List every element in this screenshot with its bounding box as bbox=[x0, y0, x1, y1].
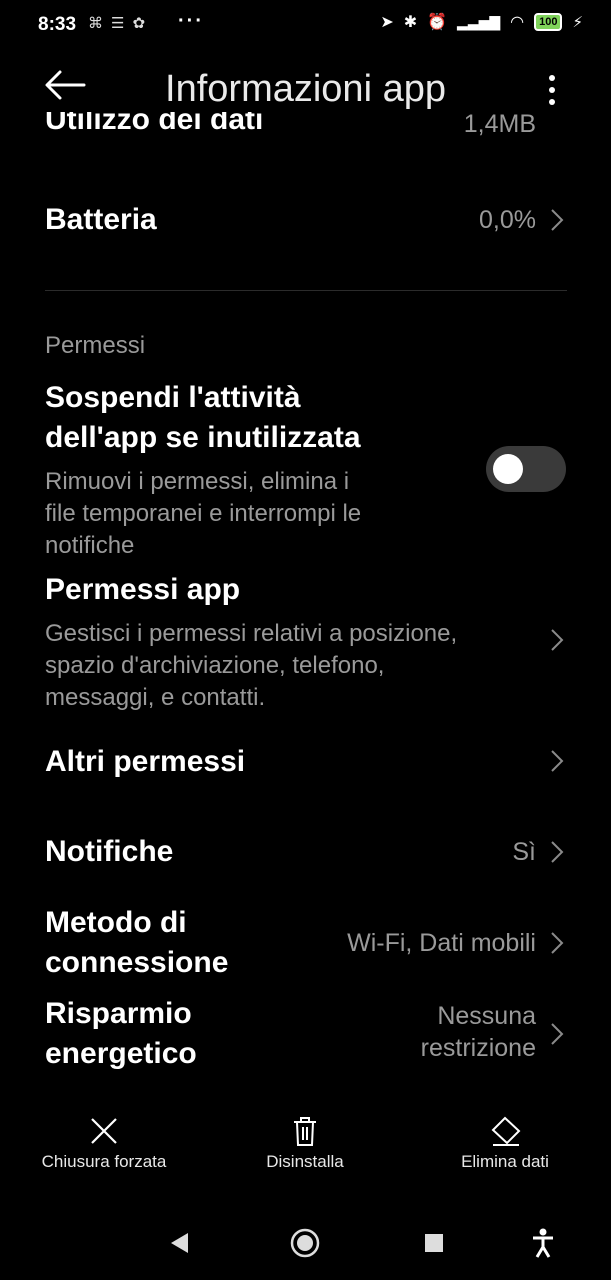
alarm-icon: ⏰ bbox=[427, 14, 448, 31]
uninstall-label: Disinstalla bbox=[266, 1152, 344, 1171]
nav-recents-icon[interactable] bbox=[424, 1233, 444, 1253]
accessibility-icon[interactable] bbox=[531, 1228, 555, 1258]
eraser-icon bbox=[491, 1116, 521, 1146]
clear-data-button[interactable]: Elimina dati bbox=[415, 1115, 595, 1172]
notifications-row[interactable]: Notifiche Sì bbox=[0, 828, 611, 876]
other-permissions-row[interactable]: Altri permessi bbox=[0, 738, 611, 786]
app-permissions-row[interactable]: Permessi app Gestisci i permessi relativ… bbox=[0, 570, 611, 715]
connection-label-line2: connessione bbox=[45, 946, 229, 979]
more-options-icon[interactable] bbox=[540, 70, 564, 110]
charging-icon: ⚡ bbox=[572, 14, 583, 31]
power-saving-label-line2: energetico bbox=[45, 1037, 197, 1070]
power-saving-label-line1: Risparmio bbox=[45, 997, 192, 1030]
suspend-label-line1: Sospendi l'attività bbox=[45, 381, 301, 414]
battery-row[interactable]: Batteria 0,0% bbox=[0, 195, 611, 247]
data-usage-label: Utilizzo dei dati bbox=[45, 112, 264, 136]
connection-value: Wi-Fi, Dati mobili bbox=[347, 929, 536, 957]
signal-icon: ▂▃▅▇ bbox=[457, 13, 501, 30]
app-permissions-desc-line3: messaggi, e contatti. bbox=[45, 684, 266, 711]
battery-label: Batteria bbox=[45, 203, 157, 236]
trash-icon bbox=[294, 1117, 316, 1146]
nav-back-icon[interactable] bbox=[168, 1231, 190, 1255]
other-permissions-label: Altri permessi bbox=[45, 745, 246, 778]
suspend-desc-line3: notifiche bbox=[45, 532, 135, 559]
notification-icons: ⌘☰✿ bbox=[88, 15, 154, 32]
system-status-icons: ➤ ✱ ⏰ ▂▃▅▇ ◠ 100 ⚡ bbox=[380, 12, 583, 32]
navigation-bar bbox=[0, 1215, 611, 1270]
chevron-right-icon bbox=[551, 932, 564, 954]
chevron-right-icon bbox=[551, 209, 564, 231]
notifications-label: Notifiche bbox=[45, 835, 174, 868]
app-permissions-desc-line2: spazio d'archiviazione, telefono, bbox=[45, 652, 385, 679]
force-stop-label: Chiusura forzata bbox=[41, 1152, 167, 1171]
notifications-value: Sì bbox=[512, 838, 536, 866]
suspend-toggle[interactable] bbox=[486, 446, 566, 492]
nav-home-icon[interactable] bbox=[290, 1228, 320, 1258]
uninstall-button[interactable]: Disinstalla bbox=[215, 1115, 395, 1172]
toggle-knob bbox=[493, 454, 523, 484]
power-saving-value-line2: restrizione bbox=[420, 1034, 536, 1062]
page-title: Informazioni app bbox=[165, 68, 446, 110]
section-divider bbox=[45, 290, 567, 291]
data-usage-value: 1,4MB bbox=[463, 112, 536, 138]
suspend-desc-line2: file temporanei e interrompi le bbox=[45, 500, 362, 527]
permissions-section-header: Permessi bbox=[45, 332, 146, 359]
suspend-desc-line1: Rimuovi i permessi, elimina i bbox=[45, 468, 350, 495]
data-usage-row[interactable]: Utilizzo dei dati 1,4MB bbox=[0, 112, 611, 146]
battery-value: 0,0% bbox=[479, 206, 536, 234]
close-icon bbox=[91, 1118, 117, 1144]
force-stop-button[interactable]: Chiusura forzata bbox=[14, 1115, 194, 1172]
bluetooth-icon: ✱ bbox=[403, 14, 418, 31]
location-icon: ➤ bbox=[380, 14, 394, 31]
chevron-right-icon bbox=[551, 1023, 564, 1045]
app-permissions-label: Permessi app bbox=[45, 573, 241, 606]
wifi-icon: ◠ bbox=[510, 14, 525, 31]
battery-icon: 100 bbox=[534, 13, 563, 31]
power-saving-row[interactable]: Risparmio energetico Nessuna restrizione bbox=[0, 994, 611, 1076]
clear-data-label: Elimina dati bbox=[461, 1152, 549, 1171]
chevron-right-icon bbox=[551, 750, 564, 772]
connection-method-row[interactable]: Metodo di connessione Wi-Fi, Dati mobili bbox=[0, 903, 611, 985]
status-bar: 8:33 ⌘☰✿ ··· ➤ ✱ ⏰ ▂▃▅▇ ◠ 100 ⚡ bbox=[0, 0, 611, 52]
connection-label-line1: Metodo di bbox=[45, 906, 187, 939]
suspend-label-line2: dell'app se inutilizzata bbox=[45, 421, 361, 454]
chevron-right-icon bbox=[551, 841, 564, 863]
power-saving-value-line1: Nessuna bbox=[437, 1002, 536, 1030]
app-permissions-desc-line1: Gestisci i permessi relativi a posizione… bbox=[45, 620, 458, 647]
more-notifications-icon: ··· bbox=[178, 10, 204, 32]
chevron-right-icon bbox=[551, 629, 564, 651]
status-time: 8:33 bbox=[38, 14, 77, 35]
